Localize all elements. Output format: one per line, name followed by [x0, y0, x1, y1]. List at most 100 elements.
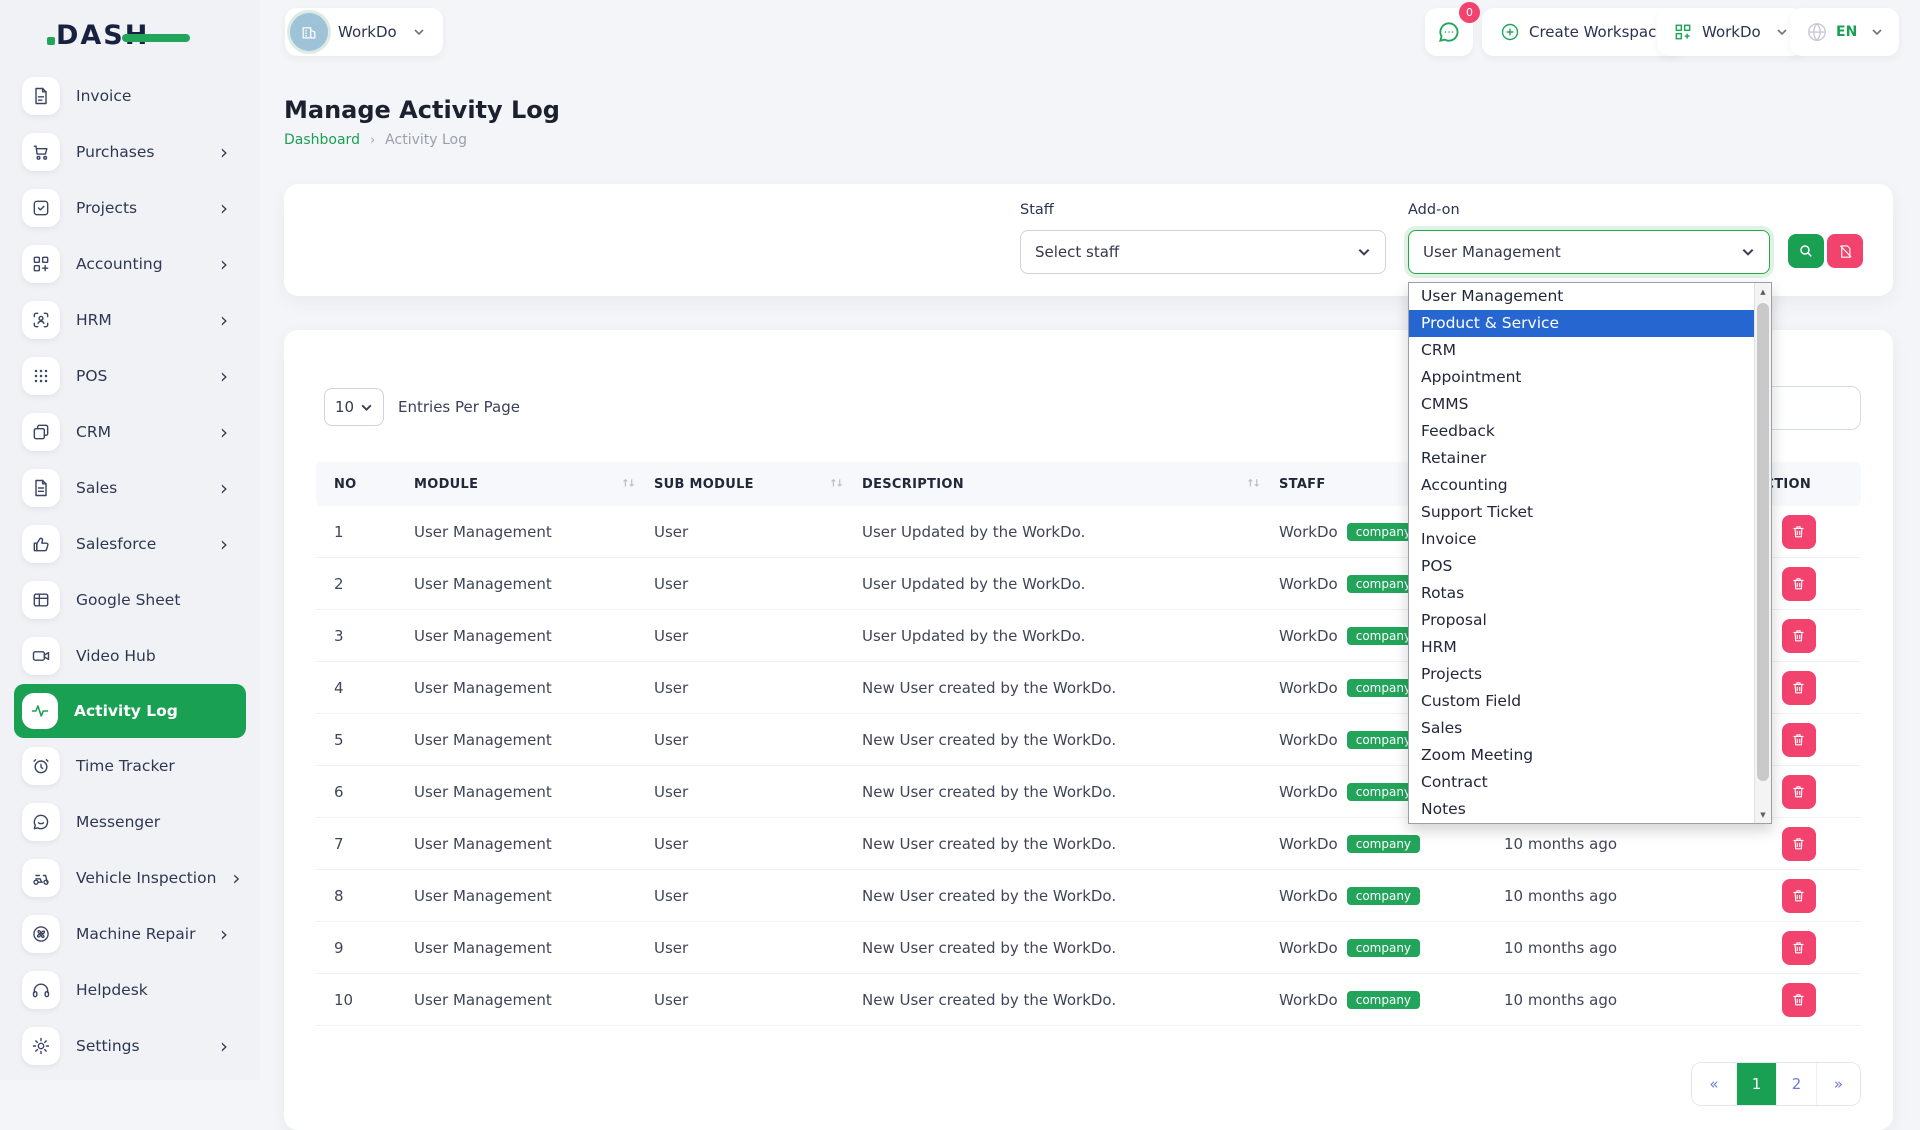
cell-action — [1736, 879, 1861, 913]
pagination-next[interactable]: » — [1816, 1063, 1860, 1105]
dropdown-option[interactable]: CMMS — [1409, 391, 1755, 418]
app-menu-button[interactable]: WorkDo — [1657, 8, 1804, 56]
sidebar-item[interactable]: Invoice › — [14, 68, 246, 124]
sidebar-item[interactable]: Google Sheet › — [14, 572, 246, 628]
trash-icon — [1791, 732, 1806, 747]
scroll-up-arrow[interactable]: ▲ — [1755, 283, 1771, 300]
dropdown-option[interactable]: Proposal — [1409, 607, 1755, 634]
dash-logo[interactable]: DASH — [0, 0, 260, 68]
delete-button[interactable] — [1782, 775, 1816, 809]
sidebar-item[interactable]: Salesforce › — [14, 516, 246, 572]
dropdown-option[interactable]: HRM — [1409, 634, 1755, 661]
staff-name: WorkDo — [1279, 575, 1338, 593]
sidebar-item[interactable]: Projects › — [14, 180, 246, 236]
helpdesk-icon — [22, 971, 60, 1009]
sidebar-item[interactable]: HRM › — [14, 292, 246, 348]
addon-select[interactable]: User Management — [1408, 230, 1770, 274]
delete-button[interactable] — [1782, 723, 1816, 757]
scroll-down-arrow[interactable]: ▼ — [1755, 806, 1771, 823]
company-badge: company — [1347, 887, 1420, 905]
sidebar-item[interactable]: Settings › — [14, 1018, 246, 1074]
sidebar-item[interactable]: Helpdesk › — [14, 962, 246, 1018]
delete-button[interactable] — [1782, 879, 1816, 913]
dropdown-scrollbar[interactable]: ▲ ▼ — [1754, 283, 1771, 823]
dropdown-option[interactable]: Appointment — [1409, 364, 1755, 391]
entries-per-page-select[interactable]: 10 — [324, 388, 384, 426]
sidebar-item[interactable]: Activity Log › — [14, 684, 246, 738]
dropdown-option[interactable]: Sales — [1409, 715, 1755, 742]
cell-sub-module: User — [636, 783, 844, 801]
plus-circle-icon — [1500, 22, 1520, 42]
cell-sub-module: User — [636, 991, 844, 1009]
pagination-page[interactable]: 2 — [1776, 1063, 1816, 1105]
sort-icon[interactable]: ↑↓ — [621, 479, 634, 490]
dropdown-option[interactable]: Zoom Meeting — [1409, 742, 1755, 769]
sidebar-item[interactable]: Sales › — [14, 460, 246, 516]
sidebar-item[interactable]: Time Tracker › — [14, 738, 246, 794]
table-column-header[interactable]: DESCRIPTION ↑↓ — [844, 477, 1261, 492]
table-column-header[interactable]: MODULE ↑↓ — [396, 477, 636, 492]
vehicle-inspection-icon — [22, 859, 60, 897]
dropdown-option[interactable]: Contract — [1409, 769, 1755, 796]
activity-log-icon — [22, 693, 58, 729]
table-column-header[interactable]: SUB MODULE ↑↓ — [636, 477, 844, 492]
create-workspace-button[interactable]: Create Workspace — [1482, 8, 1684, 56]
chevron-right-icon: › — [220, 366, 228, 386]
dropdown-option[interactable]: POS — [1409, 553, 1755, 580]
delete-button[interactable] — [1782, 567, 1816, 601]
sidebar-item-label: POS — [76, 367, 107, 385]
dropdown-option[interactable]: User Management — [1409, 283, 1755, 310]
sort-icon[interactable]: ↑↓ — [829, 479, 842, 490]
trash-icon — [1791, 524, 1806, 539]
dropdown-option[interactable]: Notes — [1409, 796, 1755, 823]
breadcrumb-dashboard-link[interactable]: Dashboard — [284, 132, 360, 148]
dropdown-option[interactable]: Retainer — [1409, 445, 1755, 472]
pagination-prev[interactable]: « — [1692, 1063, 1736, 1105]
delete-button[interactable] — [1782, 983, 1816, 1017]
sidebar-item[interactable]: Purchases › — [14, 124, 246, 180]
sidebar-item-label: Google Sheet — [76, 591, 180, 609]
scrollbar-thumb[interactable] — [1757, 303, 1769, 781]
table-row: 7 User Management User New User created … — [316, 818, 1861, 870]
sidebar-item[interactable]: POS › — [14, 348, 246, 404]
sidebar-item[interactable]: Video Hub › — [14, 628, 246, 684]
projects-icon — [22, 189, 60, 227]
delete-button[interactable] — [1782, 827, 1816, 861]
dropdown-option[interactable]: Feedback — [1409, 418, 1755, 445]
dropdown-option[interactable]: Custom Field — [1409, 688, 1755, 715]
dropdown-option[interactable]: Support Ticket — [1409, 499, 1755, 526]
delete-button[interactable] — [1782, 619, 1816, 653]
cell-no: 4 — [316, 679, 396, 697]
sidebar-item[interactable]: CRM › — [14, 404, 246, 460]
delete-button[interactable] — [1782, 931, 1816, 965]
sort-icon[interactable]: ↑↓ — [1246, 479, 1259, 490]
sidebar-item[interactable]: Machine Repair › — [14, 906, 246, 962]
sidebar-item[interactable]: Accounting › — [14, 236, 246, 292]
messenger-button[interactable]: 0 — [1425, 8, 1473, 56]
dropdown-option[interactable]: Invoice — [1409, 526, 1755, 553]
delete-button[interactable] — [1782, 671, 1816, 705]
dropdown-option[interactable]: CRM — [1409, 337, 1755, 364]
pagination-page[interactable]: 1 — [1736, 1063, 1776, 1105]
salesforce-icon — [22, 525, 60, 563]
sidebar-item[interactable]: Messenger › — [14, 794, 246, 850]
cell-date: 10 months ago — [1486, 991, 1736, 1009]
delete-button[interactable] — [1782, 515, 1816, 549]
cell-description: New User created by the WorkDo. — [844, 679, 1261, 697]
sidebar-item-label: Activity Log — [74, 702, 178, 720]
sidebar-item[interactable]: Vehicle Inspection › — [14, 850, 246, 906]
staff-name: WorkDo — [1279, 523, 1338, 541]
apply-filter-button[interactable] — [1788, 234, 1824, 268]
cell-description: New User created by the WorkDo. — [844, 991, 1261, 1009]
pagination: « 12 » — [1691, 1062, 1861, 1106]
dropdown-option[interactable]: Projects — [1409, 661, 1755, 688]
dropdown-option[interactable]: Rotas — [1409, 580, 1755, 607]
language-selector[interactable]: EN — [1790, 8, 1899, 56]
dropdown-option[interactable]: Accounting — [1409, 472, 1755, 499]
workspace-switcher[interactable]: WorkDo — [285, 8, 443, 56]
reset-filter-button[interactable] — [1827, 234, 1863, 268]
dropdown-option[interactable]: Product & Service — [1409, 310, 1755, 337]
staff-select[interactable]: Select staff — [1020, 230, 1386, 274]
cell-module: User Management — [396, 783, 636, 801]
table-column-header[interactable]: NO ↑↓ — [316, 477, 396, 492]
